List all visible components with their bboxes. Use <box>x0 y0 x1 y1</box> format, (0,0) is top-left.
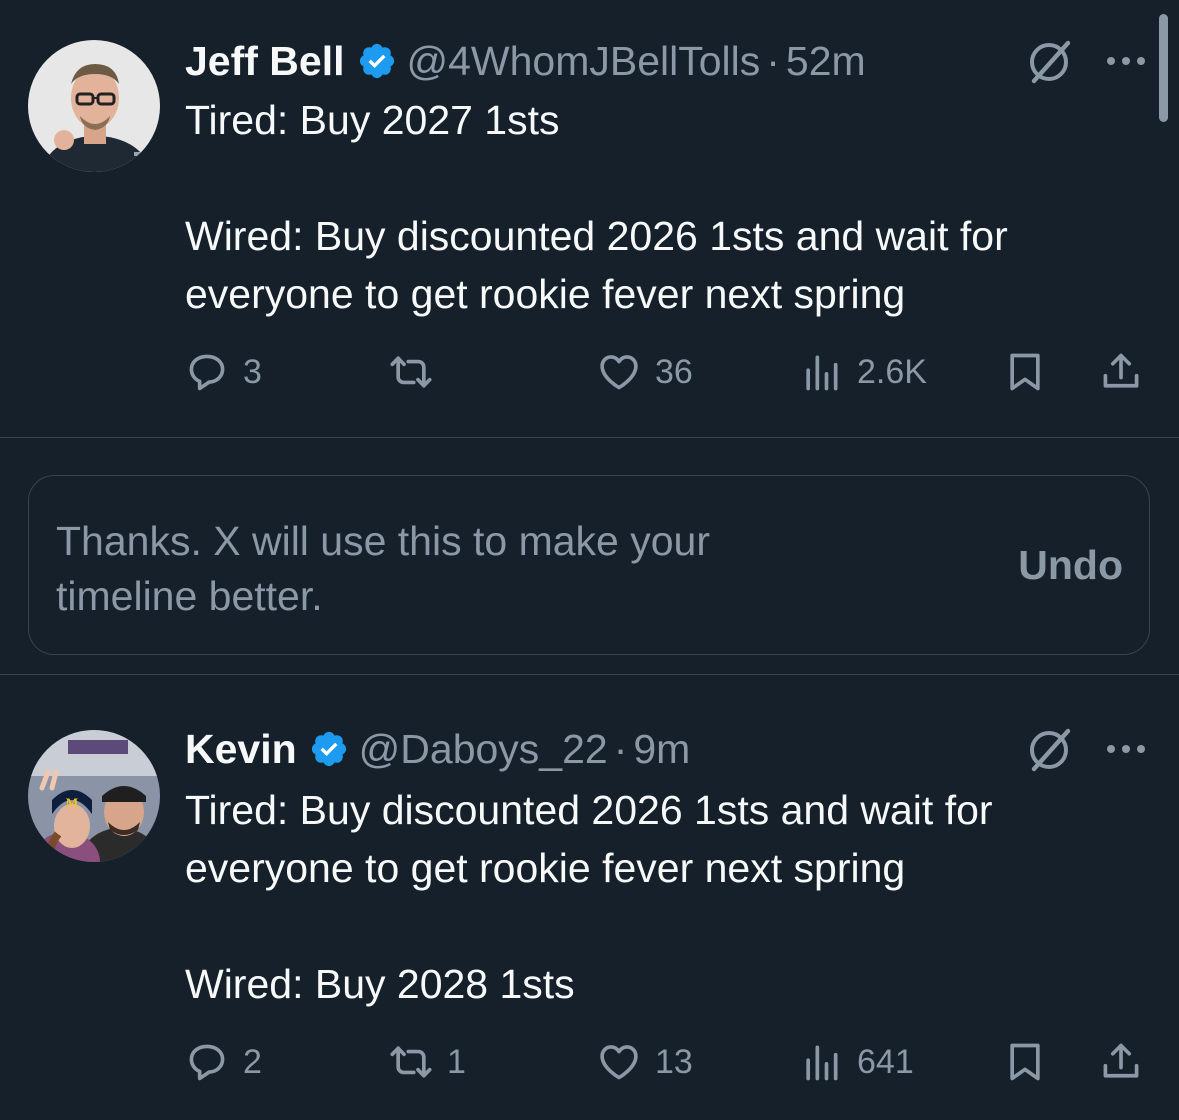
reply-button[interactable]: 2 <box>185 1037 262 1087</box>
like-icon <box>597 350 641 394</box>
notice-text: Thanks. X will use this to make your tim… <box>56 518 710 619</box>
divider <box>0 674 1179 675</box>
bookmark-button[interactable] <box>1003 347 1047 397</box>
retweet-icon <box>389 350 433 394</box>
feedback-notice: Thanks. X will use this to make your tim… <box>28 475 1150 655</box>
author-handle[interactable]: @Daboys_22 <box>359 726 608 773</box>
retweet-button[interactable]: 1 <box>389 1037 466 1087</box>
like-count: 36 <box>655 352 693 391</box>
retweet-count: 1 <box>447 1042 466 1081</box>
separator: · <box>766 37 780 84</box>
author-name[interactable]: Kevin <box>185 726 297 773</box>
avatar[interactable]: M <box>28 730 160 862</box>
timestamp[interactable]: 52m <box>786 38 866 85</box>
reply-icon <box>185 1040 229 1084</box>
timestamp[interactable]: 9m <box>633 726 690 773</box>
like-count: 13 <box>655 1042 693 1081</box>
bookmark-button[interactable] <box>1003 1037 1047 1087</box>
like-button[interactable]: 36 <box>597 347 693 397</box>
like-button[interactable]: 13 <box>597 1037 693 1087</box>
like-icon <box>597 1040 641 1084</box>
scrollbar-thumb[interactable] <box>1159 14 1168 122</box>
views-count: 641 <box>857 1042 914 1081</box>
bookmark-icon <box>1003 350 1047 394</box>
avatar[interactable] <box>28 40 160 172</box>
share-button[interactable] <box>1099 1037 1143 1087</box>
reply-button[interactable]: 3 <box>185 347 262 397</box>
tweet-header: Jeff Bell @4WhomJBellTolls · 52m <box>185 36 866 86</box>
views-button[interactable]: 2.6K <box>799 347 927 397</box>
author-handle[interactable]: @4WhomJBellTolls <box>407 38 761 85</box>
reply-icon <box>185 350 229 394</box>
divider <box>0 437 1179 438</box>
more-icon[interactable] <box>1104 742 1148 756</box>
retweet-button[interactable] <box>389 347 447 397</box>
share-icon <box>1099 350 1143 394</box>
svg-text:M: M <box>66 795 78 810</box>
views-count: 2.6K <box>857 352 927 391</box>
tweet-actions: 2 1 13 641 <box>185 1037 1145 1087</box>
views-button[interactable]: 641 <box>799 1037 914 1087</box>
tweet-text: Tired: Buy discounted 2026 1sts and wait… <box>185 787 993 1007</box>
tweet-actions: 3 36 2.6K <box>185 347 1145 397</box>
tweet-text: Tired: Buy 2027 1sts Wired: Buy discount… <box>185 97 1008 317</box>
views-icon <box>799 350 843 394</box>
grok-icon[interactable] <box>1025 726 1073 774</box>
bookmark-icon <box>1003 1040 1047 1084</box>
reply-count: 2 <box>243 1042 262 1081</box>
reply-count: 3 <box>243 352 262 391</box>
more-icon[interactable] <box>1104 54 1148 68</box>
verified-badge-icon <box>357 41 397 81</box>
share-button[interactable] <box>1099 347 1143 397</box>
tweet-header: Kevin @Daboys_22 · 9m <box>185 724 690 774</box>
undo-button[interactable]: Undo <box>1018 542 1123 589</box>
retweet-icon <box>389 1040 433 1084</box>
verified-badge-icon <box>309 729 349 769</box>
separator: · <box>613 725 628 772</box>
grok-icon[interactable] <box>1025 38 1073 86</box>
views-icon <box>799 1040 843 1084</box>
share-icon <box>1099 1040 1143 1084</box>
author-name[interactable]: Jeff Bell <box>185 38 345 85</box>
